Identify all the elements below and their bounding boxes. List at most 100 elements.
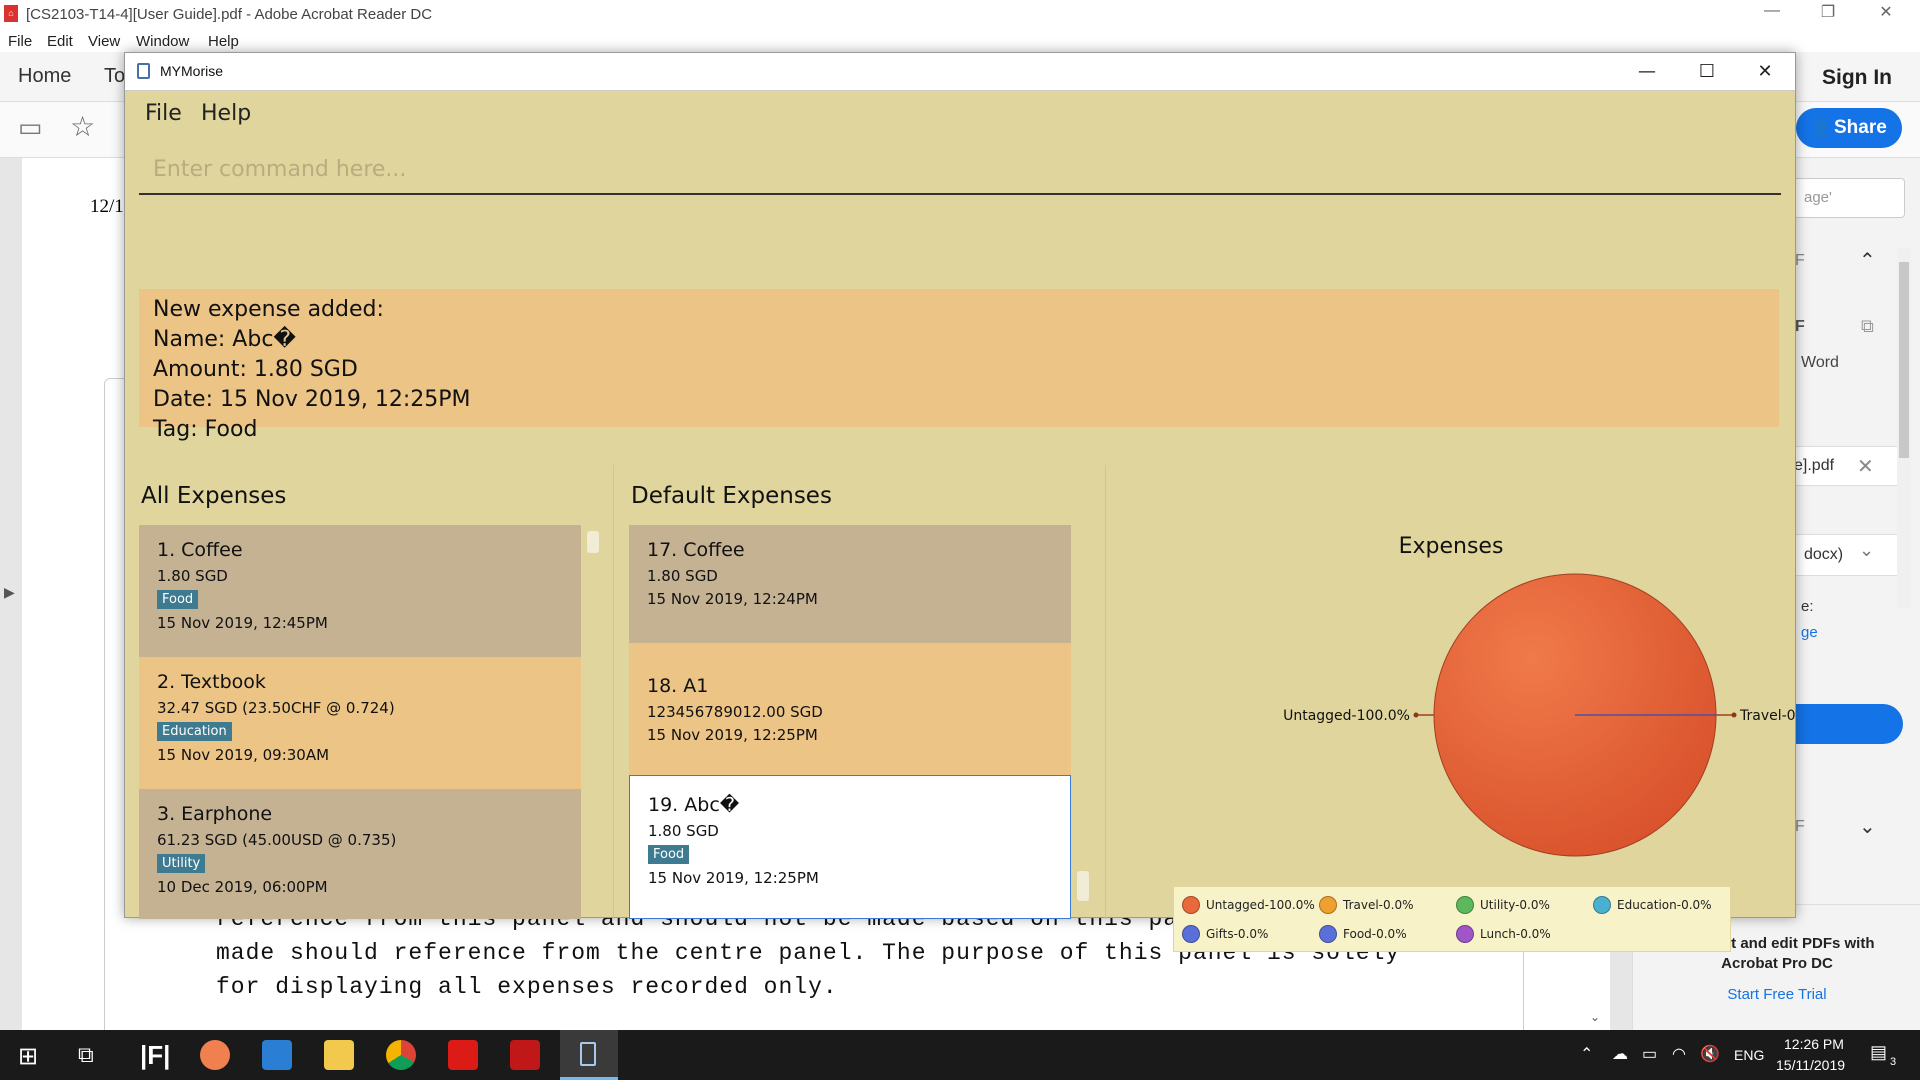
app-f-icon[interactable]: |F|: [140, 1040, 170, 1071]
legend-item: Gifts-0.0%: [1182, 923, 1268, 945]
doc-date-partial: 12/1: [90, 196, 124, 217]
clock-time[interactable]: 12:26 PM: [1784, 1036, 1844, 1052]
start-trial-link[interactable]: Start Free Trial: [1677, 986, 1877, 1003]
expense-name: 18. A1: [647, 675, 709, 697]
legend-item: Food-0.0%: [1319, 923, 1407, 945]
collapse-icon[interactable]: ⌃: [1859, 248, 1876, 273]
minimize-icon[interactable]: —: [1752, 2, 1792, 28]
chart-legend: Untagged-100.0% Travel-0.0% Utility-0.0% Ed…: [1173, 886, 1731, 952]
expense-tag: Education: [157, 722, 232, 741]
result-line: Amount: 1.80 SGD: [153, 357, 358, 382]
expand-left-icon[interactable]: ▶: [4, 584, 15, 601]
volume-muted-icon[interactable]: 🔇: [1700, 1044, 1720, 1064]
legend-item: Education-0.0%: [1593, 894, 1712, 916]
command-input[interactable]: [139, 149, 1781, 189]
convert-button[interactable]: [1783, 704, 1903, 744]
close-icon[interactable]: ✕: [1866, 2, 1906, 28]
expense-date: 15 Nov 2019, 12:25PM: [647, 726, 818, 744]
expense-amount: 1.80 SGD: [647, 567, 718, 585]
app-orange-icon[interactable]: [200, 1040, 230, 1070]
remove-file-icon[interactable]: ✕: [1857, 454, 1874, 479]
mymorise-window-title: MYMorise: [160, 63, 224, 79]
tab-tools[interactable]: To: [104, 65, 125, 88]
notification-icon[interactable]: ▤: [1870, 1042, 1887, 1063]
expense-tag: Food: [648, 845, 690, 864]
expense-date: 10 Dec 2019, 06:00PM: [157, 878, 328, 896]
list-item[interactable]: 17. Coffee 1.80 SGD 15 Nov 2019, 12:24PM: [629, 525, 1071, 643]
minimize-icon[interactable]: —: [1621, 57, 1673, 87]
menu-file[interactable]: File: [8, 33, 32, 50]
copy-icon[interactable]: ⧉: [1861, 316, 1874, 337]
sign-in-button[interactable]: Sign In: [1822, 66, 1892, 90]
taskbar: ⊞ ⧉ |F| ⌃ ☁ ▭ ◠ 🔇 ENG 12:26 PM 15/11/201…: [0, 1030, 1920, 1080]
expense-name: 19. Abc�: [648, 794, 740, 816]
maximize-icon[interactable]: ☐: [1681, 57, 1733, 87]
share-button[interactable]: 👤 Share: [1796, 108, 1902, 148]
legend-item: Travel-0.0%: [1319, 894, 1414, 916]
legend-label: Utility-0.0%: [1480, 898, 1550, 912]
list-item[interactable]: 18. A1 123456789012.00 SGD 15 Nov 2019, …: [629, 643, 1071, 775]
legend-swatch: [1182, 896, 1200, 914]
battery-icon[interactable]: ▭: [1642, 1044, 1657, 1064]
expand-icon[interactable]: ⌄: [1859, 814, 1876, 839]
mymorise-menu-bar: File Help: [125, 91, 1795, 135]
expense-tag: Food: [157, 590, 199, 609]
clock-date[interactable]: 15/11/2019: [1776, 1057, 1845, 1073]
onedrive-icon[interactable]: ☁: [1612, 1044, 1628, 1064]
panel-scrollbar[interactable]: [1897, 248, 1911, 608]
panel-scroll-thumb[interactable]: [1899, 262, 1909, 458]
mymorise-taskbar-icon: [580, 1042, 596, 1066]
wifi-icon[interactable]: ◠: [1672, 1044, 1686, 1064]
chrome-icon[interactable]: [386, 1040, 416, 1070]
expense-name: 2. Textbook: [157, 671, 266, 693]
panel-divider: [1105, 465, 1106, 919]
panel-link-ge[interactable]: ge: [1801, 624, 1818, 641]
save-icon[interactable]: ▭: [18, 112, 43, 143]
expense-date: 15 Nov 2019, 09:30AM: [157, 746, 330, 764]
star-icon[interactable]: ☆: [70, 110, 95, 143]
legend-label: Gifts-0.0%: [1206, 927, 1269, 941]
menu-window[interactable]: Window: [136, 33, 189, 50]
file-explorer-icon[interactable]: [324, 1040, 354, 1070]
menu-edit[interactable]: Edit: [47, 33, 73, 50]
mymorise-title-bar: MYMorise — ☐ ✕: [125, 53, 1795, 91]
legend-label: Education-0.0%: [1617, 898, 1712, 912]
language-indicator[interactable]: ENG: [1734, 1047, 1764, 1063]
vscode-icon[interactable]: [262, 1040, 292, 1070]
menu-view[interactable]: View: [88, 33, 120, 50]
acrobat-icon[interactable]: [510, 1040, 540, 1070]
expense-amount: 1.80 SGD: [157, 567, 228, 585]
menu-help[interactable]: Help: [208, 33, 239, 50]
default-expenses-scrollbar[interactable]: [1077, 871, 1089, 901]
legend-swatch: [1319, 896, 1337, 914]
windows-start-icon[interactable]: ⊞: [18, 1042, 38, 1071]
search-field[interactable]: age': [1793, 178, 1905, 218]
angular-icon[interactable]: [448, 1040, 478, 1070]
all-expenses-list[interactable]: 1. Coffee 1.80 SGD Food 15 Nov 2019, 12:…: [139, 525, 581, 919]
tab-home[interactable]: Home: [18, 65, 71, 88]
list-item[interactable]: 2. Textbook 32.47 SGD (23.50CHF @ 0.724)…: [139, 657, 581, 789]
list-item[interactable]: 3. Earphone 61.23 SGD (45.00USD @ 0.735)…: [139, 789, 581, 919]
all-expenses-scrollbar[interactable]: [587, 531, 599, 553]
scroll-down-icon[interactable]: ⌄: [1590, 1010, 1600, 1024]
list-item[interactable]: 1. Coffee 1.80 SGD Food 15 Nov 2019, 12:…: [139, 525, 581, 657]
menu-help[interactable]: Help: [201, 101, 251, 126]
legend-label: Travel-0.0%: [1343, 898, 1414, 912]
acrobat-menu-bar: File Edit View Window Help: [0, 30, 1920, 52]
task-view-icon[interactable]: ⧉: [78, 1042, 94, 1068]
default-expenses-list[interactable]: 17. Coffee 1.80 SGD 15 Nov 2019, 12:24PM…: [629, 525, 1071, 919]
menu-file[interactable]: File: [145, 101, 182, 126]
default-expenses-title: Default Expenses: [631, 483, 832, 509]
legend-swatch: [1319, 925, 1337, 943]
restore-icon[interactable]: ❐: [1808, 2, 1848, 28]
tray-up-icon[interactable]: ⌃: [1580, 1044, 1593, 1064]
panel-label-f3: F: [1795, 818, 1805, 835]
close-icon[interactable]: ✕: [1739, 57, 1791, 87]
legend-label: Lunch-0.0%: [1480, 927, 1551, 941]
taskbar-active-app[interactable]: [560, 1030, 618, 1080]
list-item-selected[interactable]: 19. Abc� 1.80 SGD Food 15 Nov 2019, 12:2…: [629, 775, 1071, 919]
legend-item: Lunch-0.0%: [1456, 923, 1551, 945]
chevron-down-icon[interactable]: ⌄: [1859, 540, 1874, 561]
format-dropdown[interactable]: docx): [1783, 534, 1903, 576]
panel-word: Word: [1801, 354, 1839, 371]
